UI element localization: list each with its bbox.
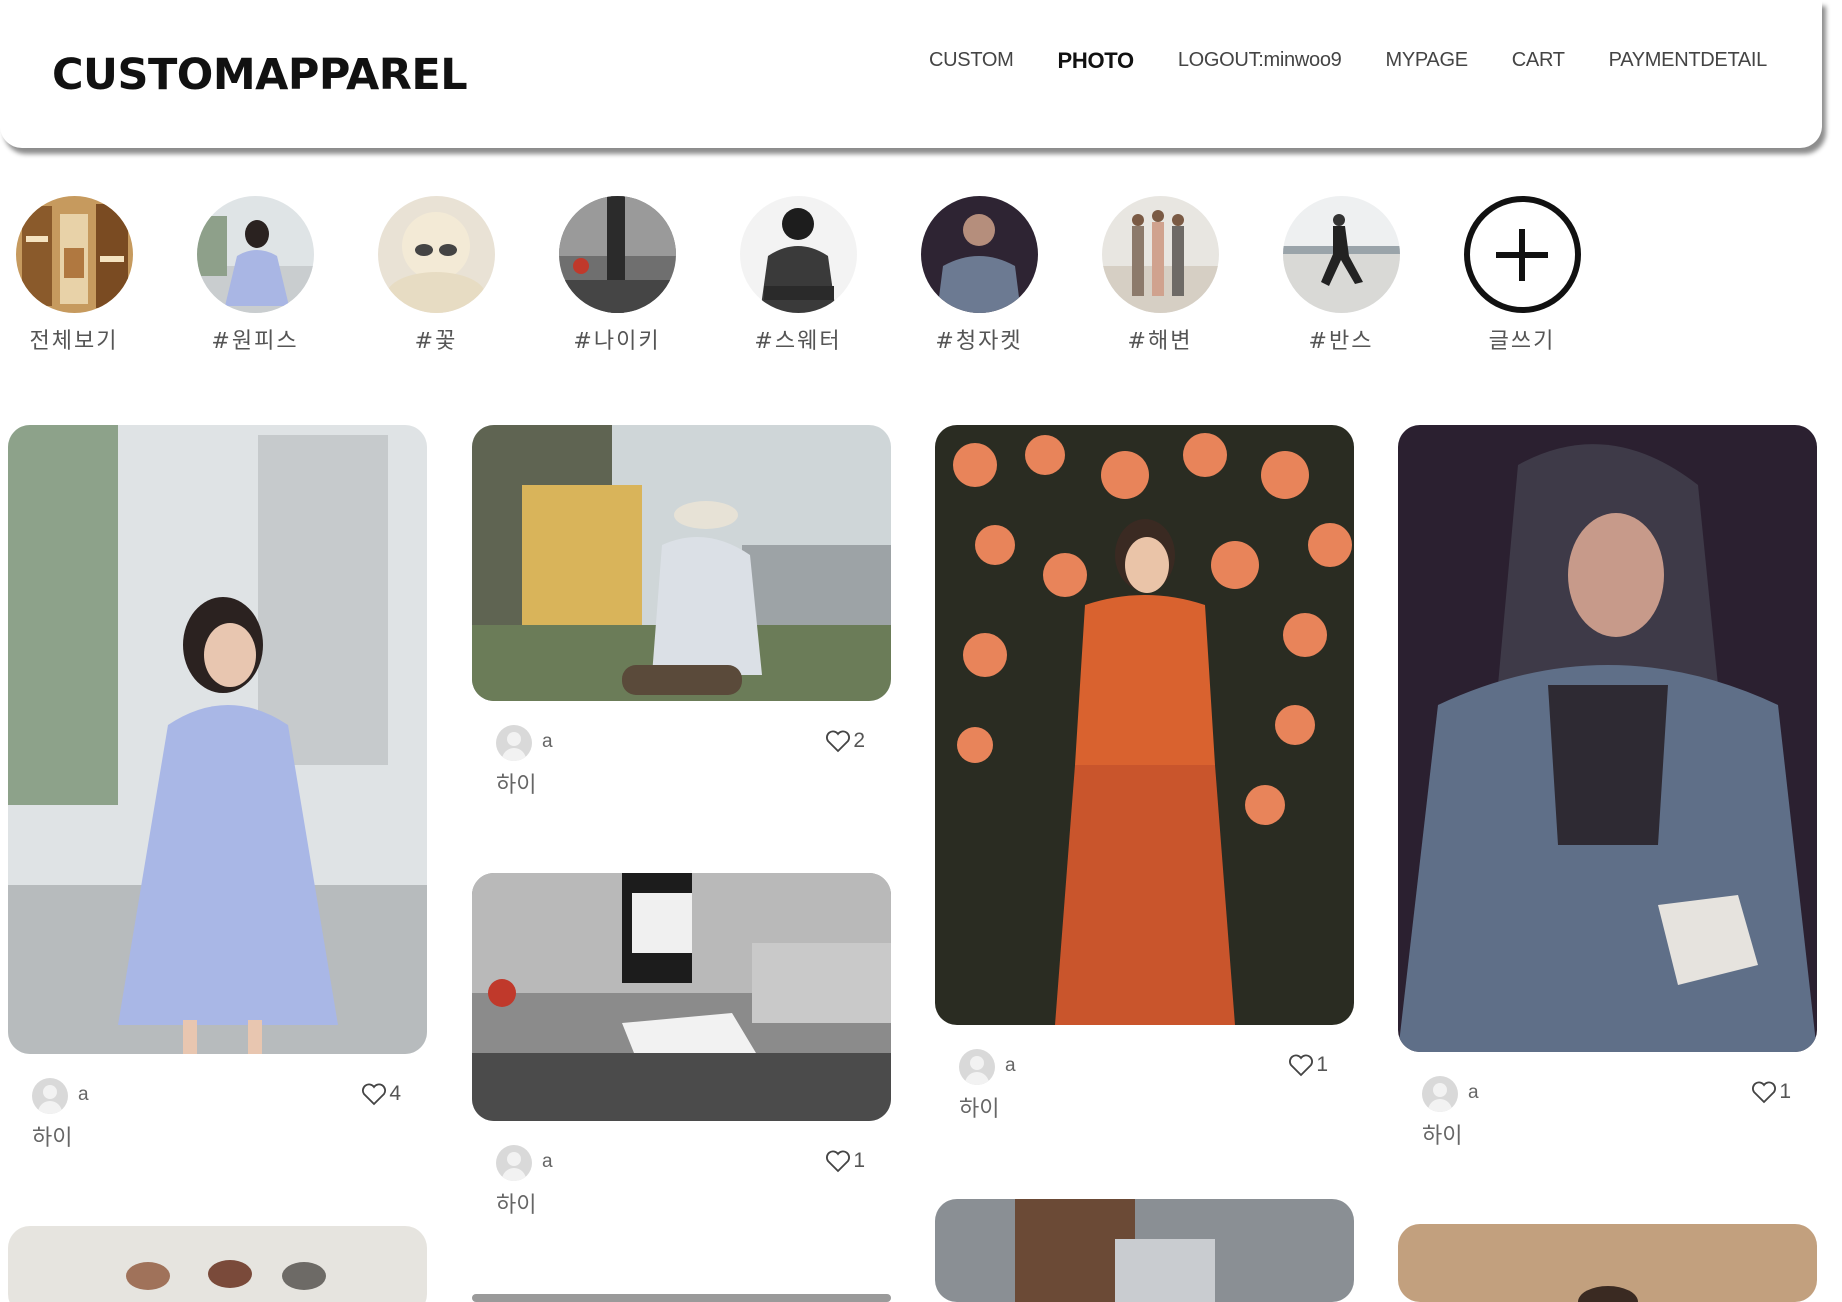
category-beach[interactable]: #해변 (1090, 196, 1230, 355)
heart-icon[interactable] (361, 1082, 387, 1106)
category-all[interactable]: 전체보기 (4, 196, 144, 355)
write-post[interactable]: 글쓰기 (1452, 196, 1592, 355)
category-flower-label: #꽃 (414, 329, 458, 354)
post-caption: 하이 (496, 773, 537, 798)
category-sweater-label: #스웨터 (754, 329, 842, 354)
post-photo[interactable] (8, 1226, 427, 1302)
category-sweater[interactable]: #스웨터 (728, 196, 868, 355)
avatar[interactable] (496, 1145, 532, 1181)
category-beach-thumb[interactable] (1101, 196, 1219, 313)
like-button[interactable]: 1 (1751, 1080, 1791, 1104)
category-vans[interactable]: #반스 (1271, 196, 1411, 355)
category-nike-thumb[interactable] (558, 196, 676, 313)
heart-icon[interactable] (825, 729, 851, 753)
avatar[interactable] (32, 1078, 68, 1114)
post-photo[interactable] (1398, 425, 1817, 1052)
post-caption: 하이 (496, 1193, 537, 1218)
category-onepiece-thumb[interactable] (196, 196, 314, 313)
post-author[interactable]: a (1005, 1055, 1016, 1077)
post-author[interactable]: a (542, 731, 553, 753)
write-post-label: 글쓰기 (1488, 329, 1556, 354)
top-header: CUSTOMAPPAREL CUSTOM PHOTO LOGOUT:minwoo… (0, 0, 1822, 148)
post-photo[interactable] (935, 1199, 1354, 1302)
category-row: 전체보기 #원피스 #꽃 #나이키 #스웨터 #청자켓 #해변 #반스 글쓰기 (8, 196, 1608, 366)
nav-custom[interactable]: CUSTOM (929, 49, 1014, 74)
plus-icon[interactable] (1463, 196, 1581, 313)
post-caption: 하이 (1422, 1124, 1463, 1149)
avatar[interactable] (1422, 1076, 1458, 1112)
nav-paymentdetail[interactable]: PAYMENTDETAIL (1609, 49, 1768, 74)
avatar[interactable] (496, 725, 532, 761)
avatar[interactable] (959, 1049, 995, 1085)
nav-logout[interactable]: LOGOUT:minwoo9 (1178, 49, 1342, 74)
category-vans-label: #반스 (1308, 329, 1374, 354)
category-sweater-thumb[interactable] (739, 196, 857, 313)
nav-photo[interactable]: PHOTO (1058, 48, 1135, 74)
like-count: 1 (1779, 1080, 1791, 1103)
post-author[interactable]: a (78, 1084, 89, 1106)
category-vans-thumb[interactable] (1282, 196, 1400, 313)
category-beach-label: #해변 (1127, 329, 1193, 354)
category-onepiece-label: #원피스 (211, 329, 299, 354)
like-count: 1 (853, 1149, 865, 1172)
post-photo[interactable] (8, 425, 427, 1054)
nav-mypage[interactable]: MYPAGE (1385, 49, 1468, 74)
post-card[interactable]: a 1 하이 (935, 425, 1354, 1122)
post-card[interactable] (935, 1199, 1354, 1302)
like-button[interactable]: 2 (825, 729, 865, 753)
post-photo[interactable] (935, 425, 1354, 1025)
category-denim-label: #청자켓 (935, 329, 1023, 354)
post-card[interactable]: a 1 하이 (1398, 425, 1817, 1149)
post-author[interactable]: a (542, 1151, 553, 1173)
post-card[interactable]: a 1 하이 (472, 873, 891, 1218)
post-photo[interactable] (472, 425, 891, 701)
post-photo[interactable] (472, 873, 891, 1121)
category-denim-thumb[interactable] (920, 196, 1038, 313)
main-nav: CUSTOM PHOTO LOGOUT:minwoo9 MYPAGE CART … (929, 48, 1811, 74)
category-flower[interactable]: #꽃 (366, 196, 506, 355)
like-button[interactable]: 1 (1288, 1053, 1328, 1077)
like-button[interactable]: 4 (361, 1082, 401, 1106)
post-author[interactable]: a (1468, 1082, 1479, 1104)
post-card[interactable]: a 2 하이 (472, 425, 891, 798)
category-nike[interactable]: #나이키 (547, 196, 687, 355)
post-card[interactable] (472, 1294, 891, 1302)
post-photo[interactable] (472, 1294, 891, 1302)
category-all-label: 전체보기 (29, 329, 119, 354)
heart-icon[interactable] (1751, 1080, 1777, 1104)
post-caption: 하이 (32, 1126, 73, 1151)
nav-cart[interactable]: CART (1512, 49, 1565, 74)
category-nike-label: #나이키 (573, 329, 661, 354)
category-onepiece[interactable]: #원피스 (185, 196, 325, 355)
like-count: 4 (389, 1082, 401, 1105)
post-meta: a 1 하이 (1398, 1052, 1817, 1149)
post-photo[interactable] (1398, 1224, 1817, 1302)
category-flower-thumb[interactable] (377, 196, 495, 313)
post-caption: 하이 (959, 1097, 1000, 1122)
like-count: 1 (1316, 1053, 1328, 1076)
like-count: 2 (853, 729, 865, 752)
post-card[interactable]: a 4 하이 (8, 425, 427, 1151)
site-logo[interactable]: CUSTOMAPPAREL (52, 50, 468, 100)
post-meta: a 4 하이 (8, 1054, 427, 1151)
post-meta: a 1 하이 (472, 1121, 891, 1218)
category-denim[interactable]: #청자켓 (909, 196, 1049, 355)
post-card[interactable] (8, 1226, 427, 1302)
heart-icon[interactable] (825, 1149, 851, 1173)
post-meta: a 2 하이 (472, 701, 891, 798)
heart-icon[interactable] (1288, 1053, 1314, 1077)
post-meta: a 1 하이 (935, 1025, 1354, 1122)
post-card[interactable] (1398, 1224, 1817, 1302)
category-all-thumb[interactable] (15, 196, 133, 313)
like-button[interactable]: 1 (825, 1149, 865, 1173)
